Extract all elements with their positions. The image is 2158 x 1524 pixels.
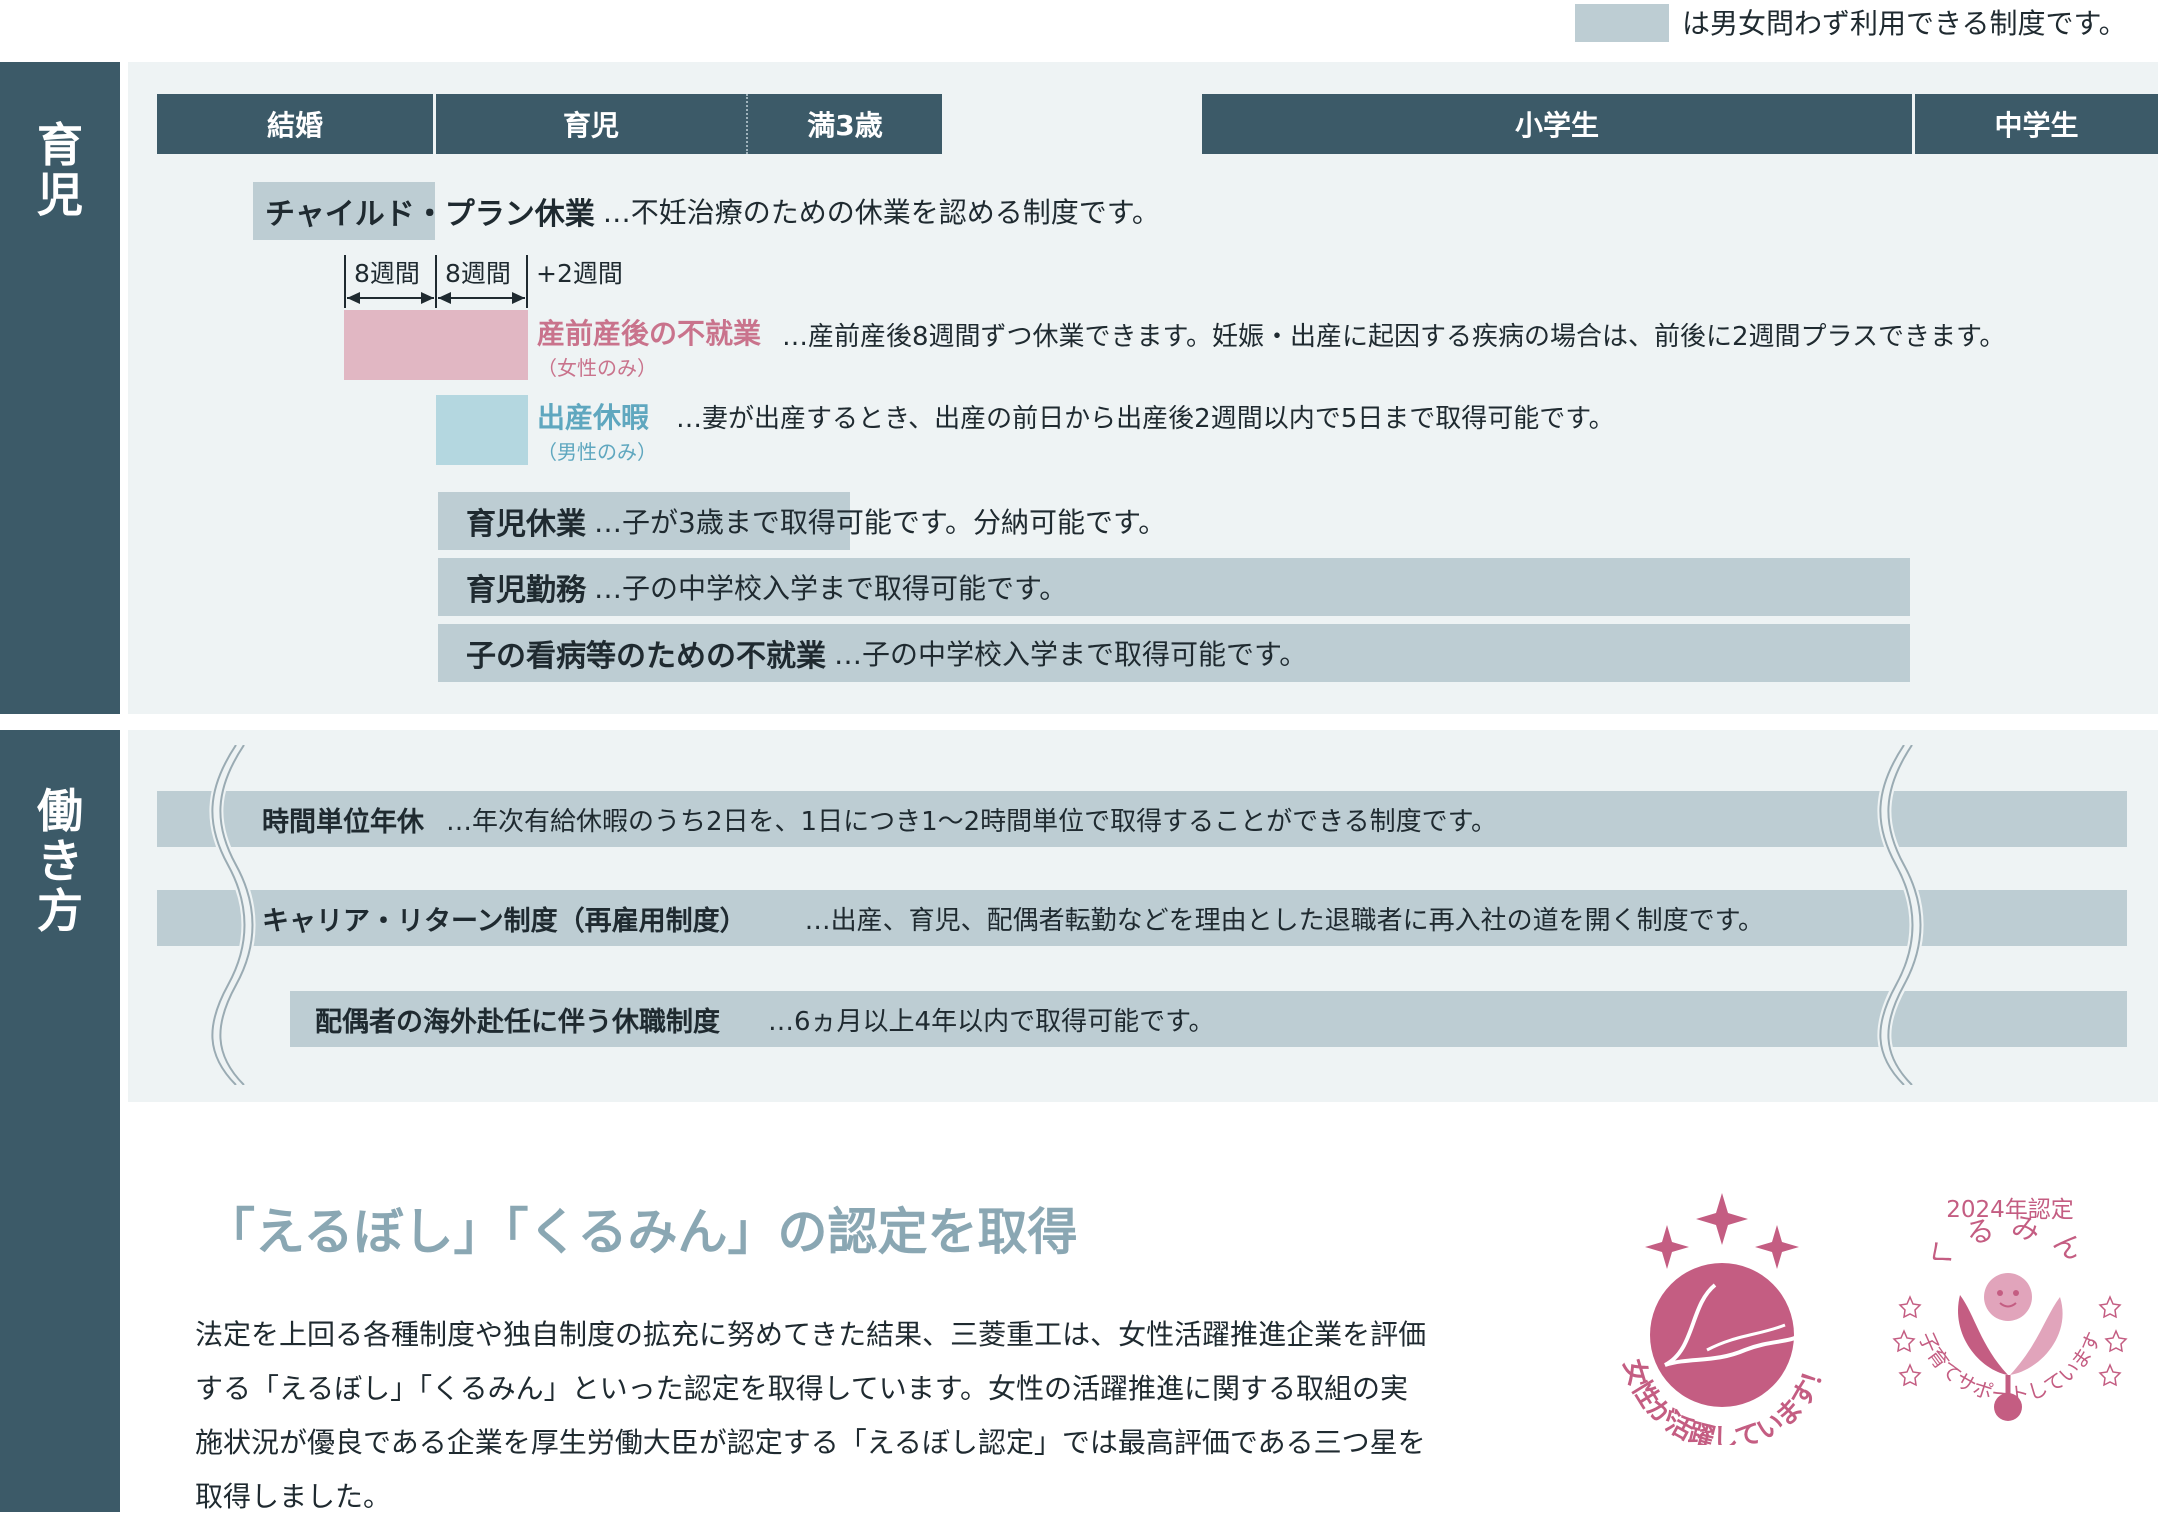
childcare-work-name: 育児勤務: [466, 573, 586, 608]
paternity-sub: （男性のみ）: [537, 440, 657, 464]
dim-label-2: 8週間: [445, 259, 511, 288]
dim-label-1: 8週間: [354, 259, 420, 288]
hourly-leave-name: 時間単位年休: [262, 806, 424, 838]
wavy-break-left: [209, 745, 256, 1085]
timeline-marriage: 結婚: [157, 94, 433, 154]
sick-child-name: 子の看病等のための不就業: [466, 639, 826, 674]
hourly-leave-desc: …年次有給休暇のうち2日を、1日につき1〜2時間単位で取得することができる制度で…: [446, 806, 1498, 837]
spouse-leave-name: 配偶者の海外赴任に伴う休職制度: [315, 1006, 720, 1038]
legend-swatch: [1575, 4, 1669, 42]
child-plan-name: チャイルド・プラン休業: [265, 197, 595, 232]
wavy-break-right: [1877, 745, 1924, 1085]
paternity-name: 出産休暇: [537, 401, 650, 434]
timeline-junior-high: 中学生: [1915, 94, 2158, 154]
childcare-leave-row: 育児休業 …子が3歳まで取得可能です。分納可能です。: [466, 492, 1166, 550]
certification-body-line-1: 法定を上回る各種制度や独自制度の拡充に努めてきた結果、三菱重工は、女性活躍推進企…: [195, 1318, 1427, 1351]
dim-label-3: +2週間: [536, 259, 623, 288]
sick-child-row: 子の看病等のための不就業 …子の中学校入学まで取得可能です。: [466, 624, 1307, 682]
career-return-name: キャリア・リターン制度（再雇用制度）: [262, 905, 747, 937]
childcare-work-row: 育児勤務 …子の中学校入学まで取得可能です。: [466, 558, 1067, 616]
legend-text: は男女問わず利用できる制度です。: [1682, 7, 2127, 40]
maternity-name: 産前産後の不就業: [537, 317, 762, 350]
career-return-row: キャリア・リターン制度（再雇用制度） …出産、育児、配偶者転勤などを理由とした退…: [262, 890, 1764, 946]
child-plan-desc: …不妊治療のための休業を認める制度です。: [602, 196, 1160, 229]
paternity-desc: …妻が出産するとき、出産の前日から出産後2週間以内で5日まで取得可能です。: [676, 404, 1615, 434]
section-label-childcare-text: 育 児: [37, 118, 83, 222]
certification-title: 「えるぼし」「くるみん」の認定を取得: [205, 1203, 1078, 1261]
career-return-desc: …出産、育児、配偶者転勤などを理由とした退職者に再入社の道を開く制度です。: [804, 905, 1765, 936]
timeline-childcare: 育児: [436, 94, 746, 154]
childcare-work-desc: …子の中学校入学まで取得可能です。: [594, 572, 1068, 605]
timeline-age3: 満3歳: [746, 94, 942, 154]
maternity-desc: …産前産後8週間ずつ休業できます。妊娠・出産に起因する疾病の場合は、前後に2週間…: [782, 322, 2006, 352]
section-label-work: 働 き 方: [0, 730, 120, 1512]
section-label-childcare: 育 児: [0, 62, 120, 714]
certification-body-line-3: 施状況が優良である企業を厚生労働大臣が認定する「えるぼし認定」では最高評価である…: [195, 1426, 1426, 1459]
childcare-leave-desc: …子が3歳まで取得可能です。分納可能です。: [594, 506, 1167, 539]
maternity-sub: （女性のみ）: [537, 356, 657, 380]
timeline-elementary: 小学生: [1202, 94, 1912, 154]
eruboshi-stars-icon: [1645, 1193, 1799, 1269]
child-plan-row: チャイルド・プラン休業 …不妊治療のための休業を認める制度です。: [265, 182, 1160, 240]
certification-body: 法定を上回る各種制度や独自制度の拡充に努めてきた結果、三菱重工は、女性活躍推進企…: [195, 1308, 1426, 1524]
certification-body-line-4: 取得しました。: [195, 1480, 392, 1513]
hourly-leave-row: 時間単位年休 …年次有給休暇のうち2日を、1日につき1〜2時間単位で取得すること…: [262, 791, 1497, 847]
maternity-bar: [344, 310, 528, 380]
childcare-leave-name: 育児休業: [466, 507, 586, 542]
kurumin-logo: 2024年認定 くるみん 子育てサポートしています: [1892, 1197, 2128, 1421]
certification-body-line-2: する「えるぼし」「くるみん」といった認定を取得しています。女性の活躍推進に関する…: [195, 1372, 1408, 1405]
childcare-panel: [128, 62, 2158, 714]
spouse-leave-row: 配偶者の海外赴任に伴う休職制度 …6ヵ月以上4年以内で取得可能です。: [315, 991, 1215, 1047]
spouse-leave-desc: …6ヵ月以上4年以内で取得可能です。: [768, 1006, 1215, 1037]
paternity-bar: [436, 395, 528, 465]
sick-child-desc: …子の中学校入学まで取得可能です。: [834, 638, 1308, 671]
section-label-work-text: 働 き 方: [37, 784, 83, 938]
eruboshi-logo: 女性が活躍しています！: [1617, 1193, 1833, 1445]
